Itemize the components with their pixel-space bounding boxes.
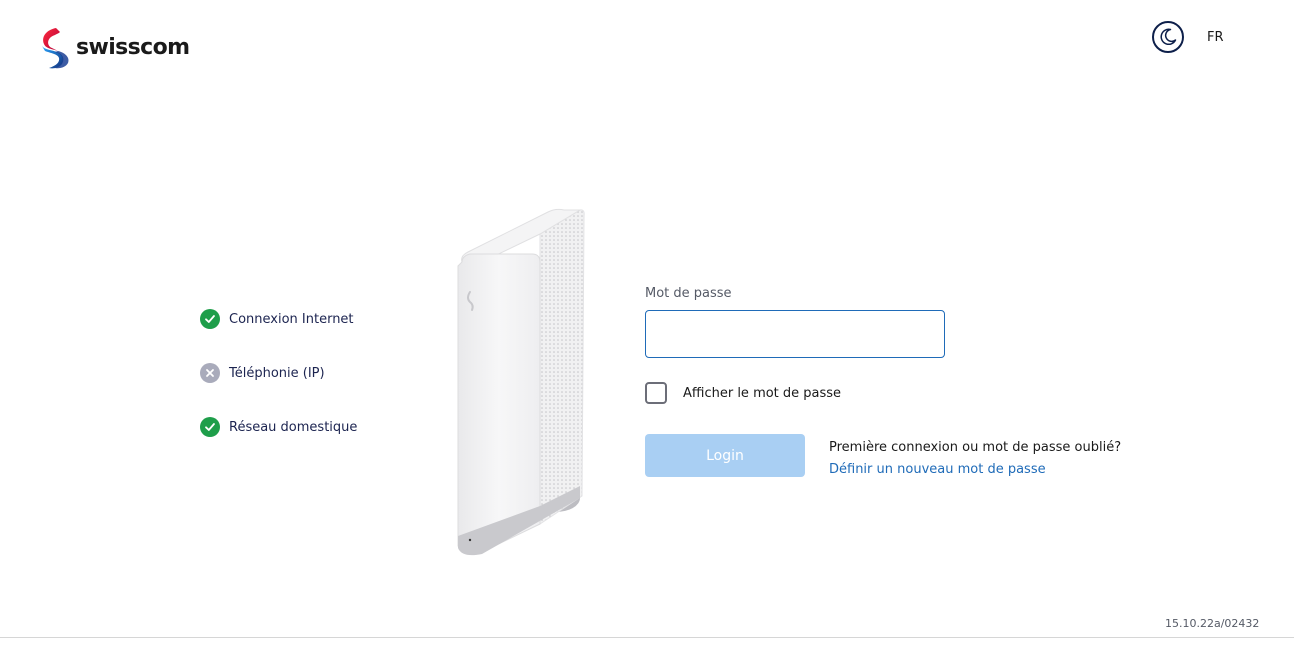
help-section: Première connexion ou mot de passe oubli… <box>829 438 1121 480</box>
router-image <box>457 208 585 556</box>
password-label: Mot de passe <box>645 286 732 301</box>
check-icon <box>200 417 220 437</box>
status-item-home-network: Réseau domestique <box>200 416 357 438</box>
cross-icon <box>200 363 220 383</box>
swisscom-logo[interactable]: swisscom <box>38 26 190 70</box>
check-icon <box>200 309 220 329</box>
language-selector[interactable]: FR <box>1207 30 1224 45</box>
connection-status-list: Connexion Internet Téléphonie (IP) Résea… <box>200 308 357 470</box>
swisscom-logo-mark-icon <box>42 28 69 69</box>
password-input[interactable] <box>645 310 945 358</box>
help-text: Première connexion ou mot de passe oubli… <box>829 440 1122 455</box>
footer-divider <box>0 637 1294 638</box>
logo-text: swisscom <box>76 34 190 60</box>
status-label: Téléphonie (IP) <box>229 365 325 381</box>
status-label: Connexion Internet <box>229 311 354 327</box>
login-button[interactable]: Login <box>645 434 805 477</box>
show-password-row: Afficher le mot de passe <box>645 382 1121 404</box>
status-item-telephony: Téléphonie (IP) <box>200 362 357 384</box>
set-new-password-link[interactable]: Définir un nouveau mot de passe <box>829 460 1046 480</box>
status-label: Réseau domestique <box>229 419 358 435</box>
login-page: swisscom FR Connexion Internet Téléphoni… <box>0 0 1294 656</box>
show-password-label[interactable]: Afficher le mot de passe <box>683 386 841 401</box>
show-password-checkbox[interactable] <box>645 382 667 404</box>
status-item-internet: Connexion Internet <box>200 308 357 330</box>
theme-toggle-button[interactable] <box>1152 21 1184 53</box>
moon-icon <box>1160 28 1177 46</box>
form-actions: Login Première connexion ou mot de passe… <box>645 434 1121 480</box>
firmware-version: 15.10.22a/02432 <box>1165 617 1260 630</box>
login-form: Mot de passe Afficher le mot de passe Lo… <box>645 286 1121 480</box>
